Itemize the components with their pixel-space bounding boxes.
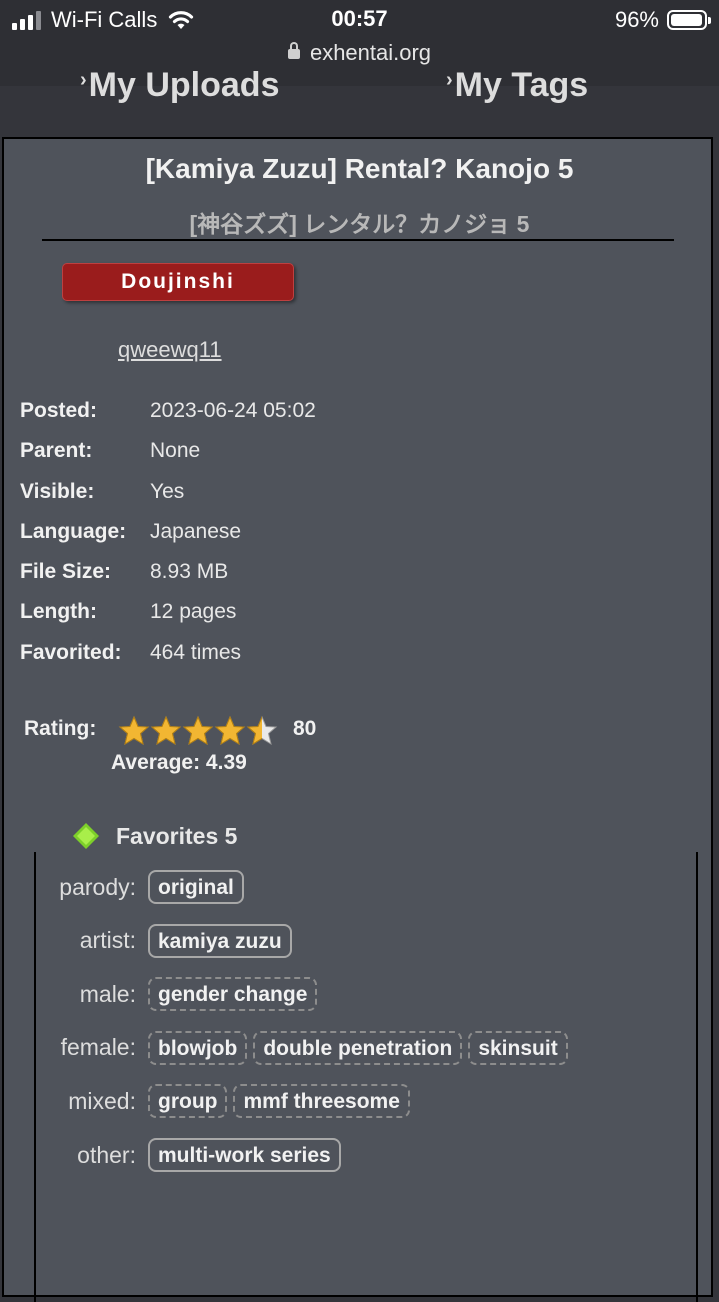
nav-row: ›My Uploads ›My Tags (0, 64, 719, 124)
tag-row: female: blowjob double penetration skinsuit (36, 1028, 568, 1068)
my-tags-link[interactable]: ›My Tags (446, 66, 588, 105)
tag-chip[interactable]: original (148, 870, 244, 904)
meta-value: 464 times (150, 640, 242, 664)
star-icon (182, 715, 214, 746)
tag-chip[interactable]: mmf threesome (233, 1084, 410, 1119)
tag-list: parody: original artist: kamiya zuzu male: ge… (34, 852, 698, 1302)
meta-label: Length: (20, 600, 97, 624)
tag-namespace: other: (77, 1141, 136, 1168)
green-diamond-icon (73, 823, 99, 849)
gallery-title-jp: [神谷ズズ] レンタル？カノジョ 5 (189, 211, 530, 237)
tag-namespace: artist: (79, 927, 136, 954)
meta-value: 8.93 MB (150, 560, 229, 584)
title-divider (42, 239, 674, 241)
tag-row: other: multi-work series (36, 1135, 341, 1175)
tag-group: gender change (148, 977, 318, 1012)
tag-chip[interactable]: group (148, 1084, 228, 1119)
gallery-meta: Posted: 2023-06-24 05:02 Parent: None Visi… (20, 399, 316, 681)
meta-value: 2023-06-24 05:02 (150, 399, 316, 422)
star-icon (246, 715, 278, 746)
tag-namespace: male: (79, 980, 136, 1007)
tag-group: multi-work series (148, 1138, 341, 1172)
meta-label: File Size: (20, 560, 112, 584)
tag-group: kamiya zuzu (148, 923, 292, 958)
tag-namespace: mixed: (68, 1087, 136, 1114)
tag-group: group mmf threesome (148, 1084, 410, 1119)
meta-label: Visible: (20, 479, 95, 503)
status-right: 96% (614, 7, 711, 33)
arrow-icon: › (446, 69, 453, 91)
meta-value: Yes (150, 479, 185, 503)
meta-label: Parent: (20, 439, 93, 463)
tag-chip[interactable]: double penetration (253, 1030, 463, 1065)
uploader-link[interactable]: qweewq11 (118, 337, 222, 363)
meta-value: 12 pages (150, 600, 237, 624)
clock: 00:57 (331, 6, 388, 31)
gallery-panel: [Kamiya Zuzu] Rental? Kanojo 5 [神谷ズズ] レン… (2, 137, 713, 1302)
tag-group: original (148, 870, 244, 904)
tag-chip[interactable]: gender change (148, 977, 318, 1012)
meta-row: Posted: 2023-06-24 05:02 (20, 399, 316, 439)
tag-namespace: female: (60, 1034, 136, 1061)
meta-label: Language: (20, 519, 127, 543)
meta-value: Japanese (150, 519, 242, 543)
meta-label: Posted: (20, 399, 98, 422)
tag-namespace: parody: (59, 873, 136, 900)
my-tags-label: My Tags (454, 66, 589, 104)
my-uploads-link[interactable]: ›My Uploads (80, 66, 279, 105)
tag-chip[interactable]: blowjob (148, 1030, 248, 1065)
meta-row: File Size: 8.93 MB (20, 560, 316, 600)
meta-row: Visible: Yes (20, 480, 316, 520)
gallery-title: [Kamiya Zuzu] Rental? Kanojo 5 (145, 153, 574, 184)
meta-label: Favorited: (20, 640, 122, 664)
arrow-icon: › (80, 69, 87, 91)
meta-row: Length: 12 pages (20, 600, 316, 640)
address-bar[interactable]: exhentai.org (0, 40, 719, 66)
tag-row: parody: original (36, 867, 244, 907)
star-icon (118, 715, 150, 746)
star-icon (214, 715, 246, 746)
tag-chip[interactable]: skinsuit (468, 1030, 568, 1065)
favorites-button[interactable]: Favorites 5 (116, 823, 237, 850)
rating-stars[interactable] (118, 715, 278, 747)
tag-group: blowjob double penetration skinsuit (148, 1030, 568, 1065)
tag-row: male: gender change (36, 974, 318, 1014)
meta-row: Parent: None (20, 439, 316, 479)
tag-row: artist: kamiya zuzu (36, 921, 292, 961)
meta-row: Favorited: 464 times (20, 641, 316, 681)
meta-row: Language: Japanese (20, 520, 316, 560)
meta-value: None (150, 439, 201, 463)
category-badge[interactable]: Doujinshi (62, 263, 294, 301)
lock-icon (287, 42, 300, 59)
tag-chip[interactable]: multi-work series (148, 1138, 341, 1172)
my-uploads-label: My Uploads (88, 66, 280, 104)
rating-average: Average: 4.39 (111, 751, 247, 774)
battery-percent: 96% (614, 7, 659, 32)
url-text: exhentai.org (309, 40, 432, 65)
tag-chip[interactable]: kamiya zuzu (148, 923, 292, 958)
tag-row: mixed: group mmf threesome (36, 1081, 410, 1121)
battery-icon (667, 10, 711, 30)
rating-count: 80 (293, 717, 317, 740)
rating-label: Rating: (24, 717, 97, 740)
star-icon (150, 715, 182, 746)
